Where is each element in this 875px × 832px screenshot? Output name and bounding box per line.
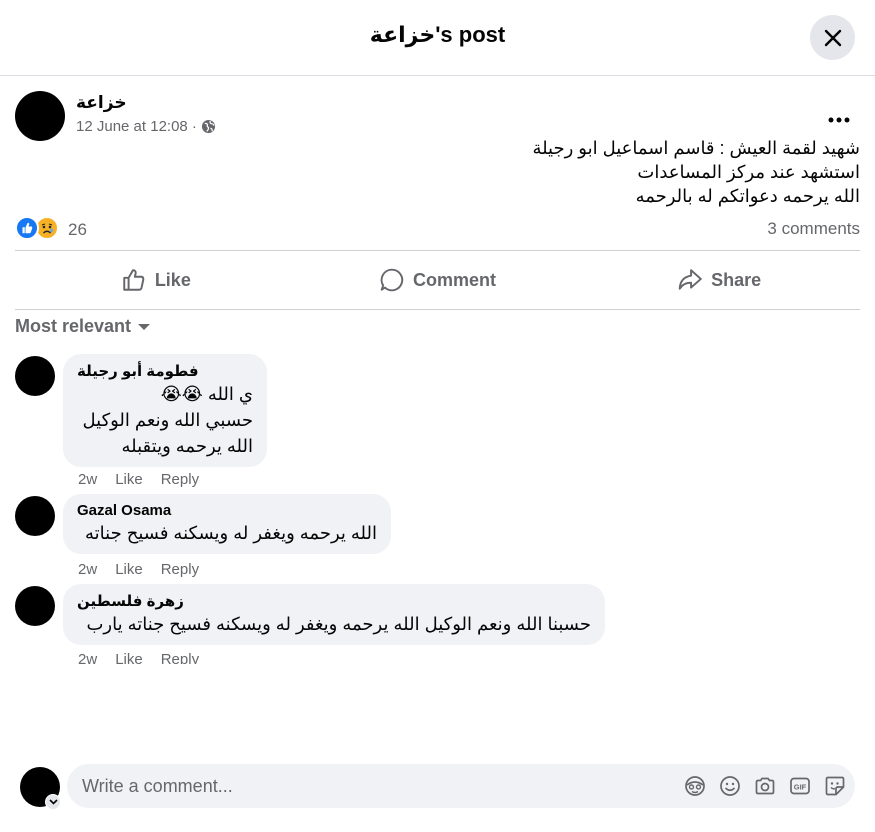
comment-bubble: فطومة أبو رجيلة ي الله 😭😭 حسبي الله ونعم… bbox=[63, 354, 267, 467]
comment-label: Comment bbox=[413, 269, 497, 290]
photo-button[interactable] bbox=[753, 774, 776, 797]
post-body: شهيد لقمة العيش : قاسم اسماعيل ابو رجيلة… bbox=[160, 136, 860, 208]
comment-time[interactable]: 2w bbox=[78, 651, 97, 664]
camera-icon bbox=[755, 777, 774, 794]
comment-line: الله يرحمه ويغفر له ويسكنه فسيح جناته bbox=[85, 523, 377, 543]
commenter-name[interactable]: زهرة فلسطين bbox=[77, 592, 591, 610]
commenter-avatar[interactable] bbox=[15, 356, 55, 396]
post-author-name[interactable]: خزاعة bbox=[76, 93, 127, 113]
comment-like-button[interactable]: Like bbox=[115, 561, 143, 578]
more-options-button[interactable] bbox=[828, 103, 850, 129]
comment-actions: 2w Like Reply bbox=[78, 561, 199, 578]
comment-line: حسبنا الله ونعم الوكيل الله يرحمه ويغفر … bbox=[86, 614, 591, 634]
post-timestamp[interactable]: 12 June at 12:08 · bbox=[76, 118, 197, 135]
comment-reply-button[interactable]: Reply bbox=[161, 471, 199, 488]
share-icon bbox=[678, 269, 702, 290]
post-line: الله يرحمه دعواتكم له بالرحمه bbox=[635, 186, 860, 206]
comment-icon bbox=[380, 268, 404, 292]
comment-sort-dropdown[interactable]: Most relevant bbox=[15, 316, 151, 337]
comment-button[interactable]: Comment bbox=[297, 251, 579, 309]
comment-bubble: زهرة فلسطين حسبنا الله ونعم الوكيل الله … bbox=[63, 584, 605, 645]
comment-time[interactable]: 2w bbox=[78, 471, 97, 488]
comment-time[interactable]: 2w bbox=[78, 561, 97, 578]
avatar-sticker-button[interactable] bbox=[683, 774, 706, 797]
commenter-name[interactable]: فطومة أبو رجيلة bbox=[77, 362, 253, 380]
emoji-icon bbox=[719, 775, 740, 796]
profile-switch-button[interactable] bbox=[45, 794, 61, 810]
post-actions: Like Comment Share bbox=[15, 251, 860, 309]
sticker-button[interactable] bbox=[823, 774, 846, 797]
like-button[interactable]: Like bbox=[15, 251, 297, 309]
gif-icon: GIF bbox=[789, 777, 810, 794]
emoji-button[interactable] bbox=[718, 774, 741, 797]
post-line: شهيد لقمة العيش : قاسم اسماعيل ابو رجيلة bbox=[532, 138, 860, 158]
dialog-title: خزاعة's post bbox=[369, 22, 506, 47]
gif-button[interactable]: GIF bbox=[788, 774, 811, 797]
comments-list[interactable]: فطومة أبو رجيلة ي الله 😭😭 حسبي الله ونعم… bbox=[0, 350, 875, 664]
comment-actions: 2w Like Reply bbox=[78, 471, 199, 488]
like-reaction-icon bbox=[15, 216, 39, 240]
comment-composer: GIF bbox=[15, 763, 860, 813]
post-line: استشهد عند مركز المساعدات bbox=[637, 162, 860, 182]
reaction-count[interactable]: 26 bbox=[68, 220, 87, 240]
reactions-bar: 26 3 comments bbox=[15, 216, 860, 242]
divider bbox=[15, 309, 860, 310]
comment-like-button[interactable]: Like bbox=[115, 471, 143, 488]
more-icon bbox=[828, 117, 850, 123]
share-label: Share bbox=[711, 269, 762, 290]
avatar-sticker-icon bbox=[684, 775, 705, 796]
comment-count[interactable]: 3 comments bbox=[767, 219, 860, 239]
sticker-icon bbox=[825, 776, 844, 795]
comment-line: الله يرحمه ويتقبله bbox=[121, 436, 253, 456]
comment-actions: 2w Like Reply bbox=[78, 651, 199, 664]
post-meta: 12 June at 12:08 · bbox=[76, 118, 216, 135]
commenter-avatar[interactable] bbox=[15, 496, 55, 536]
chevron-down-icon bbox=[48, 799, 58, 805]
sort-label: Most relevant bbox=[15, 316, 132, 336]
svg-text:GIF: GIF bbox=[793, 782, 806, 791]
like-label: Like bbox=[154, 269, 191, 290]
close-icon bbox=[824, 29, 841, 46]
comment-like-button[interactable]: Like bbox=[115, 651, 143, 664]
comment-line: حسبي الله ونعم الوكيل bbox=[82, 410, 254, 430]
close-button[interactable] bbox=[810, 15, 855, 60]
comment-reply-button[interactable]: Reply bbox=[161, 651, 199, 664]
reaction-icons[interactable] bbox=[15, 216, 59, 240]
like-icon bbox=[123, 269, 145, 291]
comment-reply-button[interactable]: Reply bbox=[161, 561, 199, 578]
author-avatar[interactable] bbox=[15, 91, 65, 141]
dialog-header: خزاعة's post bbox=[0, 0, 875, 76]
commenter-name[interactable]: Gazal Osama bbox=[77, 502, 377, 519]
post-header: خزاعة 12 June at 12:08 · bbox=[15, 91, 860, 141]
composer-tools: GIF bbox=[683, 774, 846, 797]
share-button[interactable]: Share bbox=[578, 251, 860, 309]
caret-down-icon bbox=[138, 323, 151, 330]
commenter-avatar[interactable] bbox=[15, 586, 55, 626]
comment-line: ي الله 😭😭 bbox=[160, 384, 253, 404]
globe-icon bbox=[201, 119, 215, 134]
comment-bubble: Gazal Osama الله يرحمه ويغفر له ويسكنه ف… bbox=[63, 494, 391, 554]
